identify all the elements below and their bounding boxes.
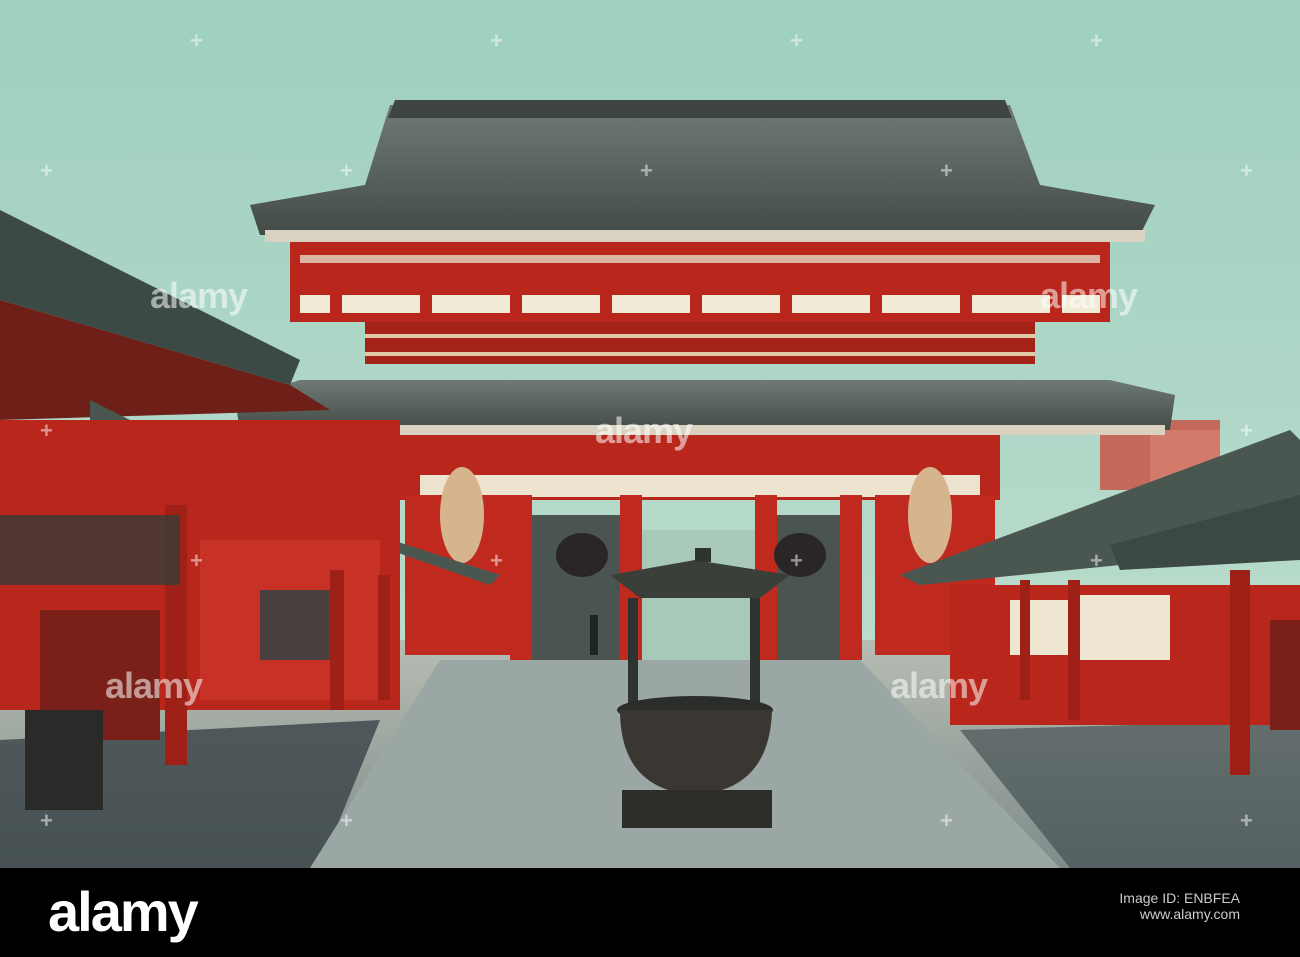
watermark-plus: + bbox=[1240, 418, 1253, 443]
watermark-plus: + bbox=[340, 158, 353, 183]
watermark-text: alamy bbox=[890, 665, 988, 706]
trash-bin bbox=[25, 710, 103, 810]
watermark-text: alamy bbox=[105, 665, 203, 706]
watermark-plus: + bbox=[1240, 158, 1253, 183]
watermark-plus: + bbox=[490, 28, 503, 53]
watermark-plus: + bbox=[190, 548, 203, 573]
watermark-text: alamy bbox=[595, 410, 693, 451]
stock-photo-frame: alamy alamy alamy alamy alamy + + + + + … bbox=[0, 0, 1300, 957]
watermark-text: alamy bbox=[150, 275, 248, 316]
lantern-left bbox=[556, 533, 608, 577]
temple-photo: alamy alamy alamy alamy alamy + + + + + … bbox=[0, 0, 1300, 868]
watermark-plus: + bbox=[40, 158, 53, 183]
image-url: www.alamy.com bbox=[1139, 906, 1240, 922]
alamy-logo: alamy bbox=[48, 880, 199, 943]
watermark-text: alamy bbox=[1040, 275, 1138, 316]
watermark-plus: + bbox=[1240, 808, 1253, 833]
watermark-plus: + bbox=[340, 808, 353, 833]
watermark-plus: + bbox=[190, 28, 203, 53]
watermark-plus: + bbox=[790, 548, 803, 573]
watermark-plus: + bbox=[490, 548, 503, 573]
watermark-plus: + bbox=[1090, 28, 1103, 53]
watermark-plus: + bbox=[1090, 548, 1103, 573]
visitor bbox=[590, 615, 598, 655]
footer-bar: alamy Image ID: ENBFEA www.alamy.com bbox=[0, 868, 1300, 957]
watermark-plus: + bbox=[790, 28, 803, 53]
balcony bbox=[365, 322, 1035, 364]
watermark-plus: + bbox=[640, 158, 653, 183]
watermark-plus: + bbox=[40, 418, 53, 443]
watermark-plus: + bbox=[940, 158, 953, 183]
image-meta: Image ID: ENBFEA www.alamy.com bbox=[1119, 890, 1240, 922]
straw-sandal-left bbox=[440, 467, 484, 563]
watermark-plus: + bbox=[40, 808, 53, 833]
watermark-plus: + bbox=[940, 808, 953, 833]
straw-sandal-right bbox=[908, 467, 952, 563]
image-id-caption: Image ID: ENBFEA bbox=[1119, 890, 1240, 906]
